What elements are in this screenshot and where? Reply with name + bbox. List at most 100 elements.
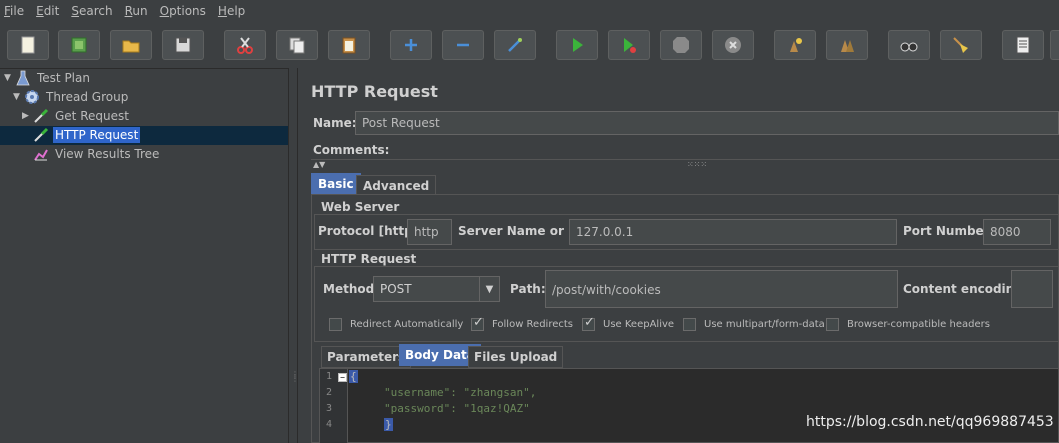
collapse-all-button[interactable]	[442, 30, 484, 60]
menu-help[interactable]: Help	[218, 4, 245, 18]
gear-icon	[23, 89, 41, 105]
toolbar	[0, 26, 1059, 66]
code-line-username: "username": "zhangsan",	[384, 386, 537, 399]
name-field[interactable]: Post Request	[355, 111, 1059, 135]
collapse-arrows-icon[interactable]: ▲▼	[313, 160, 325, 169]
http-request-panel: HTTP Request Name: Post Request Comments…	[305, 70, 1059, 443]
name-label: Name:	[313, 116, 357, 130]
tree-item-get-request[interactable]: ▶ Get Request	[22, 107, 131, 125]
panel-splitter[interactable]: ⋮ ⋮	[288, 68, 299, 443]
broom-icon	[953, 37, 968, 53]
tree-item-http-request[interactable]: HTTP Request	[32, 126, 141, 144]
content-encoding-field[interactable]	[1011, 270, 1053, 308]
use-multipart-checkbox[interactable]: Use multipart/form-data	[683, 318, 825, 331]
fold-toggle-icon[interactable]: −	[338, 373, 347, 382]
templates-icon	[71, 37, 87, 53]
line-number: 1	[326, 371, 333, 382]
clear-button[interactable]	[774, 30, 816, 60]
menu-file[interactable]: File	[4, 4, 24, 18]
port-number-field[interactable]: 8080	[983, 219, 1051, 245]
stop-icon	[673, 37, 689, 53]
protocol-field[interactable]: http	[407, 219, 452, 245]
start-no-pauses-button[interactable]	[608, 30, 650, 60]
page-title: HTTP Request	[311, 82, 438, 101]
method-label: Method:	[323, 282, 379, 296]
stop-button[interactable]	[660, 30, 702, 60]
path-label: Path:	[510, 282, 546, 296]
comments-divider[interactable]	[311, 159, 1059, 167]
splitter-grip-icon: ⋮ ⋮	[291, 370, 299, 383]
menu-edit[interactable]: Edit	[36, 4, 59, 18]
menu-options[interactable]: Options	[160, 4, 206, 18]
new-document-icon	[21, 36, 35, 54]
tree-item-test-plan[interactable]: ▼ Test Plan	[4, 69, 92, 87]
expand-arrow-icon[interactable]: ▼	[13, 92, 23, 102]
tree-item-view-results-tree[interactable]: View Results Tree	[32, 145, 161, 163]
scissors-icon	[237, 37, 253, 54]
open-brace: {	[349, 370, 358, 383]
line-number: 3	[326, 403, 333, 414]
list-book-icon	[1016, 36, 1030, 54]
port-number-label: Port Number:	[903, 224, 995, 238]
checkbox-box[interactable]	[683, 318, 696, 331]
collapsed-arrow-icon[interactable]: ▶	[22, 111, 32, 121]
pipette-icon	[32, 127, 50, 143]
copy-button[interactable]	[276, 30, 318, 60]
minus-icon	[457, 43, 469, 47]
shutdown-icon	[725, 37, 741, 53]
tab-parameters[interactable]: Parameters	[321, 346, 412, 368]
toggle-button[interactable]	[494, 30, 536, 60]
checkbox-box-checked[interactable]	[582, 315, 595, 331]
expand-arrow-icon[interactable]: ▼	[4, 73, 14, 83]
checkbox-box[interactable]	[329, 318, 342, 331]
save-disk-icon	[175, 37, 191, 53]
follow-redirects-checkbox[interactable]: Follow Redirects	[471, 315, 573, 331]
browser-compatible-headers-checkbox[interactable]: Browser-compatible headers	[826, 318, 990, 331]
broom-gear-icon	[790, 38, 802, 52]
templates-button[interactable]	[58, 30, 100, 60]
expand-all-button[interactable]	[390, 30, 432, 60]
search-button[interactable]	[888, 30, 930, 60]
drag-handle-icon[interactable]: ⁙⁙⁙	[687, 160, 707, 169]
method-select[interactable]: POST ▼	[373, 276, 500, 302]
copy-icon	[289, 37, 305, 54]
clipboard-icon	[342, 37, 356, 54]
line-number: 4	[326, 419, 333, 430]
binoculars-icon	[900, 42, 918, 52]
function-helper-button[interactable]	[1002, 30, 1044, 60]
start-button[interactable]	[556, 30, 598, 60]
server-name-field[interactable]: 127.0.0.1	[569, 219, 897, 245]
new-button[interactable]	[7, 30, 49, 60]
watermark: https://blog.csdn.net/qq969887453	[806, 414, 1054, 430]
path-field[interactable]: /post/with/cookies	[545, 270, 898, 308]
checkbox-box-checked[interactable]	[471, 315, 484, 331]
content-encoding-label: Content encoding:	[903, 282, 1028, 296]
menu-run[interactable]: Run	[125, 4, 148, 18]
menu-search[interactable]: Search	[71, 4, 112, 18]
redirect-automatically-checkbox[interactable]: Redirect Automatically	[329, 318, 463, 331]
method-value: POST	[380, 282, 412, 296]
tree-item-thread-group[interactable]: ▼ Thread Group	[13, 88, 130, 106]
reset-search-button[interactable]	[940, 30, 982, 60]
body-data-editor[interactable]: 1 2 3 4 − { "username": "zhangsan", "pas…	[319, 368, 1059, 443]
server-name-label: Server Name or IP:	[458, 224, 587, 238]
use-keepalive-checkbox[interactable]: Use KeepAlive	[582, 315, 674, 331]
save-button[interactable]	[162, 30, 204, 60]
menu-bar: File Edit Search Run Options Help	[0, 0, 1059, 22]
shutdown-button[interactable]	[712, 30, 754, 60]
pipette-icon	[32, 108, 50, 124]
test-plan-tree: ▼ Test Plan ▼ Thread Group ▶ Get Request…	[0, 68, 288, 443]
tab-basic[interactable]: Basic	[311, 173, 361, 195]
cut-button[interactable]	[224, 30, 266, 60]
line-number-gutter: 1 2 3 4 −	[320, 369, 348, 443]
close-brace: }	[384, 418, 393, 431]
help-button[interactable]	[1050, 30, 1059, 60]
tab-files-upload[interactable]: Files Upload	[468, 346, 564, 368]
checkbox-box[interactable]	[826, 318, 839, 331]
tab-advanced[interactable]: Advanced	[356, 175, 437, 195]
comments-label: Comments:	[313, 143, 390, 157]
clear-all-button[interactable]	[826, 30, 868, 60]
paste-button[interactable]	[328, 30, 370, 60]
line-number: 2	[326, 387, 333, 398]
open-button[interactable]	[110, 30, 152, 60]
